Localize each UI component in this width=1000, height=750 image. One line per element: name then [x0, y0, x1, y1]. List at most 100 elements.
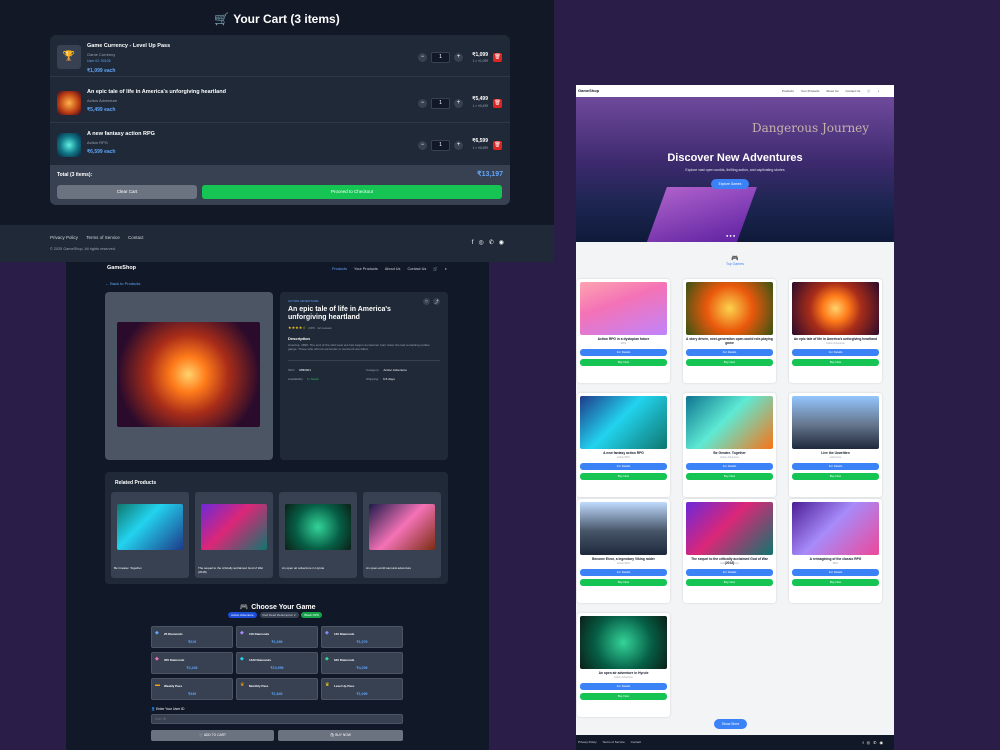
copyright: © 2025 GameShop. All rights reserved. — [50, 247, 116, 251]
footer-link-privacy[interactable]: Privacy Policy — [50, 235, 78, 240]
details-button[interactable]: For Details — [792, 569, 879, 576]
buy-now-button[interactable]: Buy Now — [686, 473, 773, 480]
trash-icon[interactable]: 🗑 — [493, 99, 502, 108]
details-button[interactable]: For Details — [580, 569, 667, 576]
qty-decrease-button[interactable]: − — [418, 141, 427, 150]
details-button[interactable]: For Details — [580, 463, 667, 470]
details-button[interactable]: For Details — [686, 349, 773, 356]
details-button[interactable]: For Details — [686, 463, 773, 470]
related-card[interactable]: Be Greater. Together — [111, 492, 189, 578]
topup-tile[interactable]: ♛ Monthly Pass ₹1,849 — [236, 678, 318, 700]
game-card: A new fantasy action RPG Action RPG For De… — [577, 393, 670, 497]
qty-decrease-button[interactable]: − — [418, 53, 427, 62]
nav-your-products[interactable]: Your Products — [354, 267, 378, 271]
buy-now-button[interactable]: Buy Now — [580, 579, 667, 586]
spec-category: Category: Action Adventure — [366, 368, 407, 372]
description-heading: Description — [288, 336, 311, 341]
gamepad-icon: 🎮 — [239, 604, 249, 611]
qty-input[interactable]: 1 — [431, 52, 450, 63]
qty-increase-button[interactable]: + — [454, 99, 463, 108]
tab-rdr2[interactable]: Red Dead Redemption 2 — [259, 612, 299, 618]
nav-about[interactable]: About Us — [385, 267, 401, 271]
theme-toggle-icon[interactable]: ◐ — [878, 89, 880, 93]
buy-now-button[interactable]: Buy Now — [792, 359, 879, 366]
topup-tile[interactable]: ♛ Level Up Pass ₹1,099 — [321, 678, 403, 700]
nav-about[interactable]: About Us — [826, 89, 838, 93]
topup-tile[interactable]: ◆ 110 Diamonds ₹1,099 — [236, 626, 318, 648]
topup-tile[interactable]: ◆ 140 Diamonds ₹1,079 — [321, 626, 403, 648]
gem-icon: ◆ — [325, 656, 329, 662]
game-image — [580, 502, 667, 555]
cart-icon[interactable]: 🛒 — [433, 267, 438, 271]
whatsapp-icon[interactable]: ✆ — [489, 240, 499, 246]
topup-tile[interactable]: ◆ 640 Diamonds ₹4,299 — [321, 652, 403, 674]
explore-games-button[interactable]: Explore Games — [711, 179, 749, 189]
tab-action-adventure[interactable]: Action Adventure — [228, 612, 257, 618]
instagram-icon[interactable]: ◎ — [478, 240, 488, 246]
buy-now-button[interactable]: Buy Now — [580, 473, 667, 480]
buy-now-button[interactable]: Buy Now — [792, 579, 879, 586]
details-button[interactable]: For Details — [580, 349, 667, 356]
footer-link-contact[interactable]: Contact — [128, 235, 144, 240]
qty-increase-button[interactable]: + — [454, 53, 463, 62]
share-icon[interactable]: ⤴ — [433, 298, 440, 305]
total-label: Total (3 items): — [57, 172, 93, 178]
user-id-label: 👤 Enter Your User ID — [151, 707, 185, 711]
messenger-icon[interactable]: ◉ — [880, 740, 887, 745]
cart-icon[interactable]: 🛒 — [867, 89, 871, 93]
footer-link-contact[interactable]: Contact — [631, 740, 641, 744]
details-button[interactable]: For Details — [792, 349, 879, 356]
tab-black-ops[interactable]: Black OPS — [301, 612, 322, 618]
qty-input[interactable]: 1 — [431, 98, 450, 109]
details-button[interactable]: For Details — [686, 569, 773, 576]
nav-products[interactable]: Products — [332, 267, 347, 271]
footer-link-terms[interactable]: Terms of Service — [602, 740, 624, 744]
social-icons: f◎✆◉ — [863, 740, 886, 745]
related-card[interactable]: An open air adventure in Hyrule — [279, 492, 357, 578]
topup-tile[interactable]: ◆ 1420 Diamonds ₹10,999 — [236, 652, 318, 674]
show-more-button[interactable]: Show More — [714, 719, 747, 729]
cart-item-category: Game Currency — [87, 52, 116, 57]
topup-tile[interactable]: ▬ Weekly Pass ₹349 — [151, 678, 233, 700]
buy-now-button[interactable]: Buy Now — [580, 693, 667, 700]
related-card[interactable]: The sequel to the critically acclaimed G… — [195, 492, 273, 578]
topup-tile[interactable]: ◆ 25 Diamonds ₹219 — [151, 626, 233, 648]
brand-logo[interactable]: GameShop — [578, 88, 599, 93]
cart-item-name: Game Currency - Level Up Pass — [87, 43, 171, 49]
back-link[interactable]: ← Back to Products — [105, 281, 140, 286]
qty-decrease-button[interactable]: − — [418, 99, 427, 108]
footer-link-terms[interactable]: Terms of Service — [86, 235, 120, 240]
nav-products[interactable]: Products — [782, 89, 794, 93]
brand-logo[interactable]: GameShop — [107, 265, 136, 271]
carousel-dots[interactable]: ●●● — [726, 233, 736, 238]
game-image — [580, 396, 667, 449]
buy-now-button[interactable]: 🛍 BUY NOW — [278, 730, 403, 741]
checkout-button[interactable]: Proceed to Checkout — [202, 185, 502, 199]
messenger-icon[interactable]: ◉ — [499, 240, 509, 246]
trash-icon[interactable]: 🗑 — [493, 141, 502, 150]
qty-increase-button[interactable]: + — [454, 141, 463, 150]
buy-now-button[interactable]: Buy Now — [686, 579, 773, 586]
gem-icon: ◆ — [325, 630, 329, 636]
buy-now-button[interactable]: Buy Now — [686, 359, 773, 366]
cart-item-category: Action Adventure — [87, 98, 118, 103]
buy-now-button[interactable]: Buy Now — [580, 359, 667, 366]
trash-icon[interactable]: 🗑 — [493, 53, 502, 62]
buy-now-button[interactable]: Buy Now — [792, 473, 879, 480]
theme-toggle-icon[interactable]: ◐ — [445, 267, 447, 271]
footer-link-privacy[interactable]: Privacy Policy — [578, 740, 597, 744]
clear-cart-button[interactable]: Clear Cart — [57, 185, 197, 199]
nav-your-products[interactable]: Your Products — [801, 89, 820, 93]
details-button[interactable]: For Details — [580, 683, 667, 690]
nav-contact[interactable]: Contact Us — [408, 267, 427, 271]
qty-input[interactable]: 1 — [431, 140, 450, 151]
nav-contact[interactable]: Contact Us — [845, 89, 860, 93]
related-card[interactable]: An open-world samurai adventure — [363, 492, 441, 578]
user-id-input[interactable] — [151, 714, 403, 724]
details-button[interactable]: For Details — [792, 463, 879, 470]
add-to-cart-button[interactable]: 🛒 ADD TO CART — [151, 730, 274, 741]
topup-tile[interactable]: ◆ 355 Diamonds ₹2,449 — [151, 652, 233, 674]
cart-item-userid: User ID: 90105 — [87, 59, 111, 63]
spec-sku: SKU: RBD001 — [288, 368, 311, 372]
heart-icon[interactable]: ♡ — [423, 298, 430, 305]
